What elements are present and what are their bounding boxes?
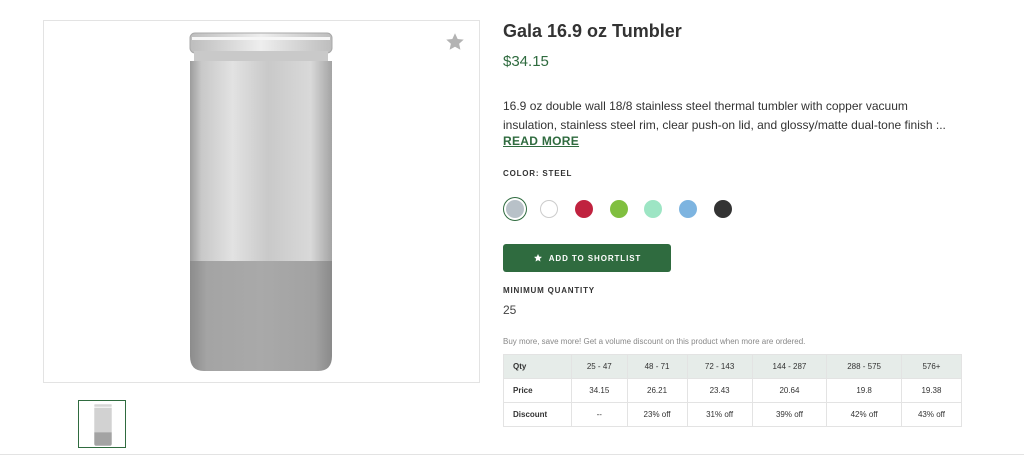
product-description: 16.9 oz double wall 18/8 stainless steel…	[503, 99, 946, 132]
header-cell: Qty	[503, 354, 572, 379]
swatch-mint[interactable]	[644, 200, 662, 218]
star-icon	[533, 254, 542, 262]
price-cell: 20.64	[751, 378, 828, 403]
discount-row-label: Discount	[503, 402, 572, 427]
product-title: Gala 16.9 oz Tumbler	[503, 21, 682, 41]
discount-cell: 43% off	[900, 402, 963, 427]
bottom-divider	[0, 454, 1024, 455]
header-cell: 48 - 71	[626, 354, 688, 379]
discount-cell: --	[571, 402, 628, 427]
read-more-link[interactable]: READ MORE	[503, 134, 579, 148]
product-main-image	[189, 32, 333, 371]
table-row: Discount -- 23% off 31% off 39% off 42% …	[503, 402, 963, 427]
swatch-red[interactable]	[575, 200, 593, 218]
discount-cell: 23% off	[626, 402, 688, 427]
price-row-label: Price	[503, 378, 572, 403]
price-cell: 19.8	[826, 378, 902, 403]
price-cell: 26.21	[626, 378, 688, 403]
discount-cell: 31% off	[686, 402, 753, 427]
thumbnail-image	[94, 404, 112, 446]
minimum-quantity-value: 25	[503, 303, 517, 317]
color-label: COLOR: STEEL	[503, 169, 573, 178]
swatch-light-blue[interactable]	[679, 200, 697, 218]
header-cell: 576+	[900, 354, 963, 379]
swatch-white[interactable]	[540, 200, 558, 218]
discount-cell: 39% off	[751, 402, 828, 427]
header-cell: 72 - 143	[686, 354, 753, 379]
price-cell: 34.15	[571, 378, 628, 403]
price-cell: 23.43	[686, 378, 753, 403]
pricing-header-row: Qty 25 - 47 48 - 71 72 - 143 144 - 287 2…	[503, 354, 963, 379]
price-cell: 19.38	[900, 378, 963, 403]
pricing-table: Qty 25 - 47 48 - 71 72 - 143 144 - 287 2…	[503, 354, 963, 427]
favorite-star-icon[interactable]	[444, 31, 466, 53]
product-image-frame	[43, 20, 480, 383]
add-to-shortlist-button[interactable]: ADD TO SHORTLIST	[503, 244, 671, 272]
discount-cell: 42% off	[826, 402, 902, 427]
color-swatches	[503, 197, 743, 221]
shortlist-button-label: ADD TO SHORTLIST	[548, 253, 642, 263]
header-cell: 288 - 575	[826, 354, 902, 379]
product-price: $34.15	[503, 53, 549, 70]
volume-discount-note: Buy more, save more! Get a volume discou…	[503, 337, 806, 346]
header-cell: 144 - 287	[751, 354, 828, 379]
header-cell: 25 - 47	[571, 354, 628, 379]
swatch-steel[interactable]	[506, 200, 524, 218]
minimum-quantity-label: MINIMUM QUANTITY	[503, 286, 595, 295]
table-row: Price 34.15 26.21 23.43 20.64 19.8 19.38	[503, 378, 963, 403]
swatch-black[interactable]	[714, 200, 732, 218]
product-thumbnail[interactable]	[78, 400, 126, 448]
swatch-green[interactable]	[610, 200, 628, 218]
